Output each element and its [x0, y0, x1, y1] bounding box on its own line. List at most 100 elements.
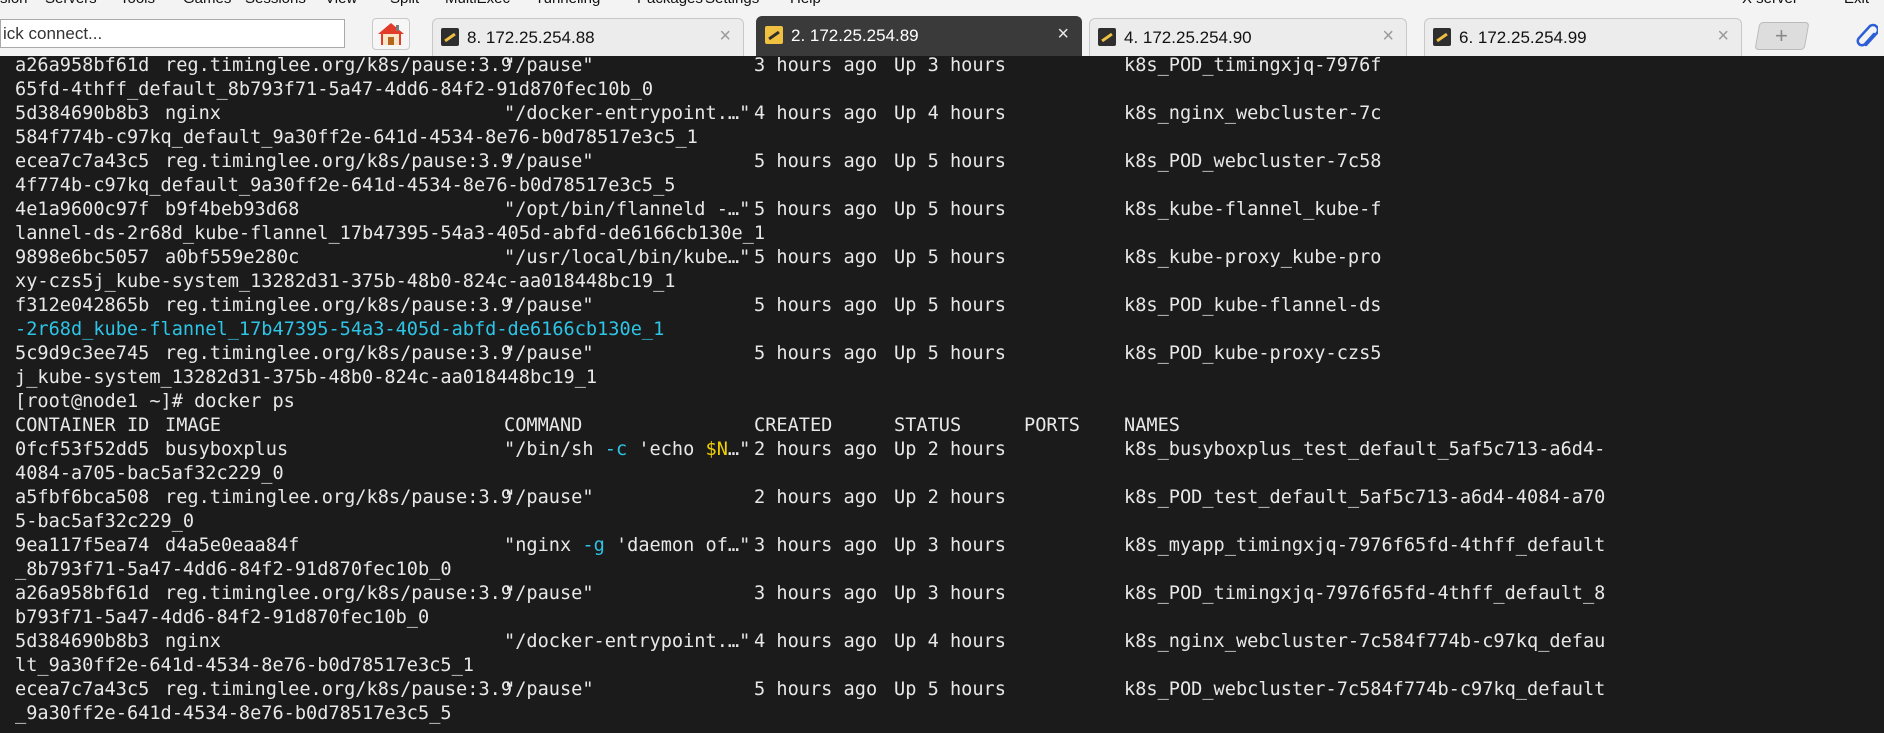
- new-tab-button[interactable]: +: [1754, 22, 1810, 50]
- terminal-text: _8b793f71-5a47-4dd6-84f2-91d870fec10b_0: [15, 559, 452, 580]
- terminal-column-6: NAMES: [1124, 415, 1180, 436]
- terminal-text: 584f774b-c97kq_default_9a30ff2e-641d-453…: [15, 127, 698, 148]
- terminal-column-3: 5 hours ago: [754, 247, 878, 268]
- menu-item[interactable]: Packages: [637, 0, 703, 7]
- close-icon[interactable]: ×: [1717, 26, 1729, 46]
- menu-item[interactable]: MultiExec: [445, 0, 510, 7]
- menu-item[interactable]: Split: [390, 0, 419, 7]
- terminal-column-6: k8s_POD_kube-flannel-ds: [1124, 295, 1382, 316]
- menu-item[interactable]: Exit: [1844, 0, 1869, 7]
- menu-item[interactable]: View: [325, 0, 357, 7]
- close-icon[interactable]: ×: [1057, 24, 1069, 44]
- terminal-column-6: k8s_kube-proxy_kube-pro: [1124, 247, 1382, 268]
- terminal-line: [root@node1 ~]# docker ps: [15, 390, 1884, 414]
- terminal-column-2: "/pause": [504, 583, 594, 604]
- terminal-column-6: k8s_POD_test_default_5af5c713-a6d4-4084-…: [1124, 487, 1606, 508]
- terminal-column-0: 5d384690b8b3: [15, 631, 150, 652]
- terminal-line: b793f71-5a47-4dd6-84f2-91d870fec10b_0: [15, 606, 1884, 630]
- session-tab[interactable]: 4. 172.25.254.90 ×: [1089, 18, 1407, 56]
- terminal-column-0: ecea7c7a43c5: [15, 151, 150, 172]
- terminal-column-3: 5 hours ago: [754, 343, 878, 364]
- terminal-column-4: Up 5 hours: [894, 343, 1006, 364]
- menu-item[interactable]: sion: [0, 0, 28, 7]
- terminal-column-6: k8s_POD_kube-proxy-czs5: [1124, 343, 1382, 364]
- terminal-column-0: 0fcf53f52dd5: [15, 439, 150, 460]
- terminal-text: -2r68d_kube-flannel_17b47395-54a3-405d-a…: [15, 319, 665, 340]
- menu-item[interactable]: Servers: [45, 0, 97, 7]
- tab-label: 4. 172.25.254.90: [1124, 28, 1252, 47]
- terminal-line: a26a958bf61d reg.timinglee.org/k8s/pause:…: [15, 56, 1884, 78]
- terminal-column-1: reg.timinglee.org/k8s/pause:3.9: [165, 151, 513, 172]
- terminal-line: 584f774b-c97kq_default_9a30ff2e-641d-453…: [15, 126, 1884, 150]
- terminal-column-0: f312e042865b: [15, 295, 150, 316]
- terminal-column-2: "/pause": [504, 56, 594, 76]
- close-icon[interactable]: ×: [719, 26, 731, 46]
- terminal-line: CONTAINER ID IMAGE COMMAND CREATED STATUS POR…: [15, 414, 1884, 438]
- terminal-column-2: COMMAND: [504, 415, 583, 436]
- terminal-line: _9a30ff2e-641d-4534-8e76-b0d78517e3c5_5: [15, 702, 1884, 726]
- command-fragment: -g: [582, 535, 605, 556]
- terminal-column-3: 2 hours ago: [754, 439, 878, 460]
- terminal-column-1: b9f4beb93d68: [165, 199, 300, 220]
- ssh-session-icon: [1433, 28, 1451, 46]
- terminal-column-6: k8s_POD_webcluster-7c58: [1124, 151, 1382, 172]
- menu-item[interactable]: X server: [1742, 0, 1798, 7]
- terminal-column-1: reg.timinglee.org/k8s/pause:3.9: [165, 56, 513, 76]
- terminal-column-0: 9898e6bc5057: [15, 247, 150, 268]
- terminal-column-4: Up 3 hours: [894, 56, 1006, 76]
- terminal-text: lannel-ds-2r68d_kube-flannel_17b47395-54…: [15, 223, 766, 244]
- terminal-column-3: CREATED: [754, 415, 833, 436]
- terminal-scrollbar[interactable]: [1870, 56, 1884, 733]
- terminal-line: xy-czs5j_kube-system_13282d31-375b-48b0-…: [15, 270, 1884, 294]
- terminal-output[interactable]: a26a958bf61d reg.timinglee.org/k8s/pause:…: [0, 56, 1884, 733]
- terminal-column-2: "/pause": [504, 295, 594, 316]
- terminal-line: 4084-a705-bac5af32c229_0: [15, 462, 1884, 486]
- terminal-line: 4e1a9600c97f b9f4beb93d68 "/opt/bin/flanne…: [15, 198, 1884, 222]
- terminal-column-4: Up 2 hours: [894, 487, 1006, 508]
- terminal-column-1: busyboxplus: [165, 439, 289, 460]
- terminal-column-2: "/usr/local/bin/kube…": [504, 247, 751, 268]
- terminal-text: xy-czs5j_kube-system_13282d31-375b-48b0-…: [15, 271, 676, 292]
- close-icon[interactable]: ×: [1382, 26, 1394, 46]
- terminal-column-4: Up 5 hours: [894, 151, 1006, 172]
- terminal-line: ecea7c7a43c5 reg.timinglee.org/k8s/pause:…: [15, 150, 1884, 174]
- session-tab[interactable]: 6. 172.25.254.99 ×: [1424, 18, 1742, 56]
- terminal-column-4: Up 5 hours: [894, 679, 1006, 700]
- terminal-column-1: reg.timinglee.org/k8s/pause:3.9: [165, 487, 513, 508]
- menu-item[interactable]: Sessions: [245, 0, 306, 7]
- terminal-line: 65fd-4thff_default_8b793f71-5a47-4dd6-84…: [15, 78, 1884, 102]
- terminal-column-3: 5 hours ago: [754, 151, 878, 172]
- session-tab[interactable]: 8. 172.25.254.88 ×: [432, 18, 744, 56]
- command-fragment: 'daemon of…": [604, 535, 751, 556]
- terminal-text: _9a30ff2e-641d-4534-8e76-b0d78517e3c5_5: [15, 703, 452, 724]
- command-fragment: $N: [705, 439, 728, 460]
- terminal-line: 5c9d9c3ee745 reg.timinglee.org/k8s/pause:…: [15, 342, 1884, 366]
- menu-item[interactable]: Games: [183, 0, 231, 7]
- menu-item[interactable]: Tools: [120, 0, 155, 7]
- command-fragment: "/bin/sh: [504, 439, 605, 460]
- terminal-column-6: k8s_nginx_webcluster-7c: [1124, 103, 1382, 124]
- terminal-column-1: reg.timinglee.org/k8s/pause:3.9: [165, 583, 513, 604]
- terminal-column-2: "/opt/bin/flanneld -…": [504, 199, 751, 220]
- menu-item[interactable]: Help: [790, 0, 821, 7]
- menu-bar: sion Servers Tools Games Sessions View Split Mu…: [0, 0, 1884, 8]
- terminal-column-3: 2 hours ago: [754, 487, 878, 508]
- terminal-column-3: 3 hours ago: [754, 535, 878, 556]
- menu-item[interactable]: Settings: [705, 0, 759, 7]
- terminal-column-1: d4a5e0eaa84f: [165, 535, 300, 556]
- terminal-column-6: k8s_POD_webcluster-7c584f774b-c97kq_defa…: [1124, 679, 1606, 700]
- menu-item[interactable]: Tunneling: [535, 0, 600, 7]
- terminal-column-0: 4e1a9600c97f: [15, 199, 150, 220]
- terminal-line: a5fbf6bca508 reg.timinglee.org/k8s/pause:…: [15, 486, 1884, 510]
- attachment-button[interactable]: [1850, 20, 1880, 52]
- command-fragment: -c: [604, 439, 628, 460]
- quick-connect-input[interactable]: ick connect...: [0, 19, 345, 48]
- ssh-session-icon: [441, 28, 459, 46]
- session-tab[interactable]: 2. 172.25.254.89 ×: [756, 16, 1082, 56]
- terminal-column-4: Up 3 hours: [894, 535, 1006, 556]
- terminal-column-2: "/pause": [504, 487, 594, 508]
- command-fragment: …": [727, 439, 751, 460]
- terminal-line: ecea7c7a43c5 reg.timinglee.org/k8s/pause:…: [15, 678, 1884, 702]
- tab-label: 6. 172.25.254.99: [1459, 28, 1587, 47]
- home-tab-button[interactable]: [372, 18, 410, 50]
